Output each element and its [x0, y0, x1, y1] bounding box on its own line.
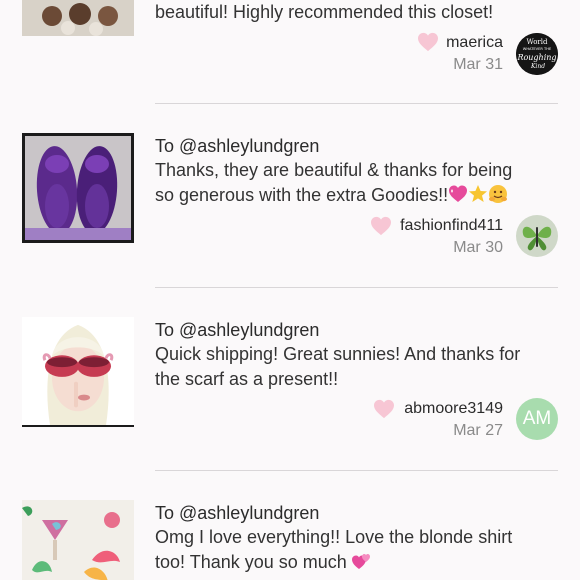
sparkling-heart-icon — [448, 184, 468, 204]
love-notes-feed: beautiful! Highly recommended this close… — [0, 0, 580, 580]
dessert-photo-icon — [22, 0, 134, 36]
star-icon — [468, 184, 488, 204]
reviewer-avatar[interactable]: World WHATEVER THE Roughing Kind — [516, 33, 558, 75]
comment-line: Thanks, they are beautiful & thanks for … — [155, 160, 513, 180]
tropical-print-photo-icon — [22, 500, 134, 580]
review-date: Mar 31 — [453, 56, 503, 73]
reviewer-username[interactable]: abmoore3149 — [404, 400, 503, 418]
review-row: To @ashleylundgren Quick shipping! Great… — [0, 288, 580, 471]
review-comment: Quick shipping! Great sunnies! And thank… — [155, 342, 550, 392]
reviewer-username[interactable]: maerica — [446, 34, 503, 52]
green-butterfly-avatar-icon — [516, 215, 558, 257]
reviewer-username[interactable]: fashionfind411 — [400, 217, 503, 235]
sunglasses-photo-icon — [22, 317, 134, 425]
review-comment: Omg I love everything!! Love the blonde … — [155, 525, 550, 575]
review-thumbnail[interactable] — [22, 500, 134, 580]
comment-line: beautiful! Highly recommended this close… — [155, 2, 494, 22]
comment-line: so generous with the extra Goodies!! — [155, 185, 449, 205]
review-thumbnail[interactable] — [22, 0, 134, 36]
review-thumbnail[interactable] — [22, 317, 134, 427]
review-recipient[interactable]: To @ashleylundgren — [155, 136, 319, 157]
svg-text:World: World — [527, 38, 549, 46]
review-row: beautiful! Highly recommended this close… — [0, 0, 580, 104]
review-recipient[interactable]: To @ashleylundgren — [155, 503, 319, 524]
review-comment: beautiful! Highly recommended this close… — [155, 0, 550, 25]
reviewer-avatar[interactable] — [516, 215, 558, 257]
comment-line: Quick shipping! Great sunnies! And thank… — [155, 344, 521, 364]
review-date: Mar 27 — [453, 422, 503, 439]
heart-icon[interactable] — [417, 32, 439, 52]
comment-line: Omg I love everything!! Love the blonde … — [155, 527, 513, 547]
svg-text:Kind: Kind — [530, 63, 545, 70]
review-thumbnail[interactable] — [22, 133, 134, 243]
world-roughing-kind-avatar-icon: World WHATEVER THE Roughing Kind — [516, 33, 558, 75]
hugging-face-icon — [488, 184, 508, 204]
comment-line: the scarf as a present!! — [155, 369, 339, 389]
reviewer-avatar[interactable]: AM — [516, 398, 558, 440]
review-row: To @ashleylundgren Omg I love everything… — [0, 471, 580, 580]
two-hearts-icon — [351, 551, 372, 571]
svg-text:WHATEVER THE: WHATEVER THE — [523, 47, 552, 51]
heart-icon[interactable] — [373, 399, 395, 419]
heart-icon[interactable] — [370, 216, 392, 236]
svg-text:Roughing: Roughing — [516, 53, 556, 62]
purple-flats-photo-icon — [25, 136, 131, 240]
review-recipient[interactable]: To @ashleylundgren — [155, 320, 319, 341]
review-comment: Thanks, they are beautiful & thanks for … — [155, 158, 550, 208]
review-date: Mar 30 — [453, 239, 503, 256]
comment-line: too! Thank you so much — [155, 552, 347, 572]
review-row: To @ashleylundgren Thanks, they are beau… — [0, 104, 580, 288]
